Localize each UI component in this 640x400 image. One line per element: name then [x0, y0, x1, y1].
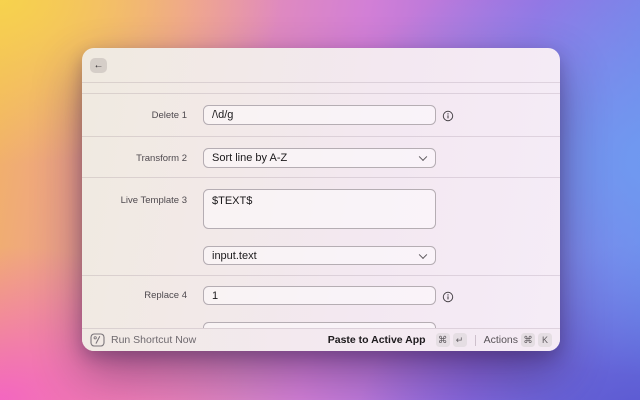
argument-select-value: input.text — [212, 249, 257, 262]
run-shortcut-label[interactable]: Run Shortcut Now — [111, 334, 196, 346]
live-template-3-value: $TEXT$ — [212, 195, 253, 207]
info-circle-icon[interactable] — [442, 290, 454, 303]
cmd-key-badge: ⌘ — [521, 333, 535, 347]
k-key-badge: K — [538, 333, 552, 347]
actions-button[interactable]: Actions — [484, 334, 518, 346]
delete-1-value: /\d/g — [212, 109, 234, 121]
row-divider — [82, 136, 560, 137]
screen: ← Delete 1 /\d/g Transform 2 Sort line b… — [0, 0, 640, 400]
field-label-live-template-3: Live Template 3 — [120, 195, 187, 206]
shortcut-form-window: ← Delete 1 /\d/g Transform 2 Sort line b… — [82, 48, 560, 351]
row-divider — [82, 275, 560, 276]
live-template-3-textarea[interactable]: $TEXT$ — [203, 189, 436, 229]
cmd-key-badge: ⌘ — [435, 333, 450, 347]
return-key-badge: ↵ — [452, 333, 467, 347]
delete-1-input[interactable]: /\d/g — [203, 105, 436, 125]
footer-separator — [474, 334, 476, 346]
transform-2-value: Sort line by A-Z — [212, 152, 288, 164]
field-label-transform-2: Transform 2 — [136, 153, 187, 164]
scroll-row-divider — [82, 93, 560, 94]
replace-4-value: 1 — [212, 289, 219, 302]
argument-select[interactable]: input.text — [203, 246, 436, 265]
header-divider — [82, 82, 560, 83]
footer-action-bar: Run Shortcut Now Paste to Active App ⌘ ↵… — [82, 328, 560, 351]
shortcut-slash-icon — [90, 333, 105, 347]
chevron-down-icon — [418, 152, 428, 162]
info-circle-icon[interactable] — [442, 109, 454, 122]
replace-4-input[interactable]: 1 — [203, 286, 436, 305]
field-label-replace-4: Replace 4 — [144, 290, 187, 301]
row-divider — [82, 177, 560, 178]
transform-2-select[interactable]: Sort line by A-Z — [203, 148, 436, 168]
primary-action-button[interactable]: Paste to Active App — [328, 334, 426, 346]
back-button[interactable]: ← — [90, 58, 107, 73]
chevron-down-icon — [418, 250, 428, 259]
arrow-left-icon: ← — [93, 60, 104, 71]
field-label-delete-1: Delete 1 — [151, 110, 187, 121]
